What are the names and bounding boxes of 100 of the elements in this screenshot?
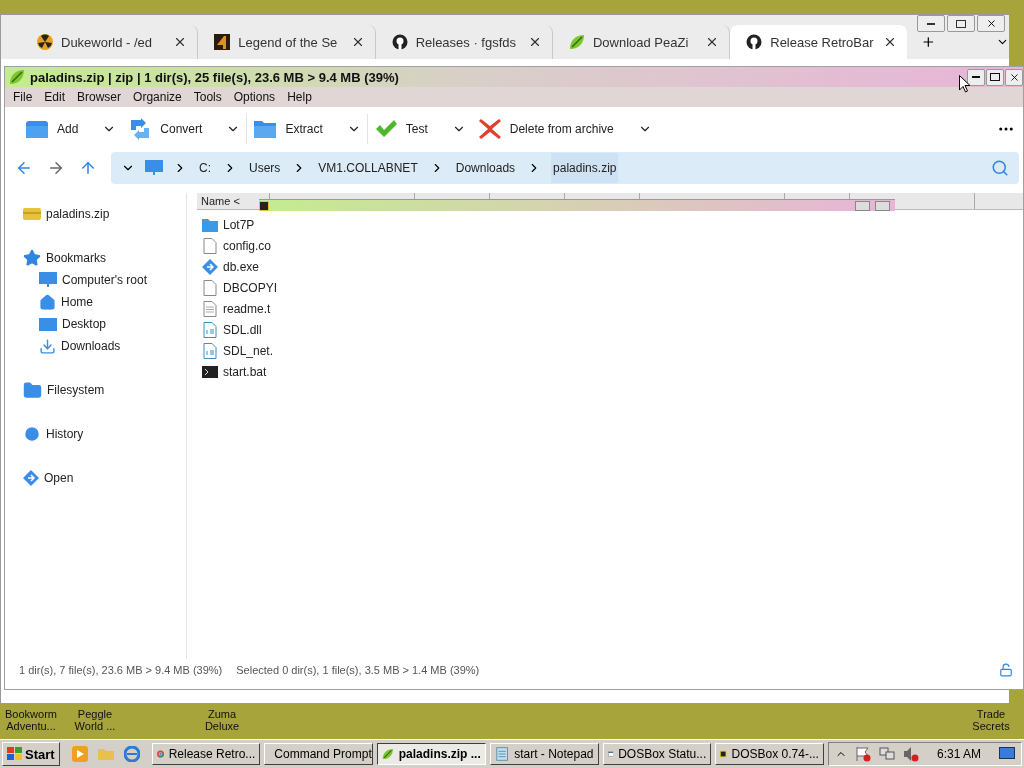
library-file-icon bbox=[202, 321, 218, 338]
dosbox-icon bbox=[259, 200, 269, 211]
start-button[interactable]: Start bbox=[2, 742, 60, 766]
desktop-icon-label[interactable]: Peggle World ... bbox=[66, 708, 124, 732]
sidebar-item[interactable]: Desktop bbox=[39, 313, 186, 335]
github-icon bbox=[391, 34, 408, 50]
path-crumb[interactable]: Users bbox=[247, 153, 283, 183]
sidebar-item[interactable]: Home bbox=[39, 291, 186, 313]
game-logo-icon bbox=[214, 34, 231, 50]
menu-item[interactable]: Edit bbox=[38, 90, 72, 104]
leaf-icon bbox=[568, 34, 585, 50]
maximize-button[interactable] bbox=[986, 68, 1004, 86]
search-icon[interactable] bbox=[991, 159, 1009, 177]
toolbar-button[interactable]: Test bbox=[367, 112, 472, 146]
path-crumb[interactable]: C: bbox=[197, 153, 213, 183]
sidebar-item[interactable]: Downloads bbox=[39, 335, 186, 357]
sidebar-item[interactable]: Filesystem bbox=[23, 379, 186, 401]
file-icon bbox=[202, 279, 218, 296]
taskbar-button[interactable]: Command Prompt bbox=[264, 743, 374, 765]
browser-tab[interactable]: Dukeworld - /ed bbox=[21, 25, 199, 59]
sidebar-item[interactable]: History bbox=[23, 423, 186, 445]
download-icon bbox=[39, 337, 56, 355]
maximize-icon bbox=[990, 73, 1000, 81]
taskbar-button[interactable]: DOSBox Statu... bbox=[602, 743, 712, 765]
file-row[interactable]: SDL.dll bbox=[197, 319, 1023, 340]
minimize-button[interactable] bbox=[917, 15, 945, 32]
browser-tab[interactable]: Release RetroBar bbox=[730, 25, 908, 59]
toolbar-button[interactable]: Extract bbox=[247, 112, 367, 146]
diamond-icon bbox=[202, 258, 218, 275]
file-row[interactable]: config.co bbox=[197, 235, 1023, 256]
sidebar-item[interactable]: paladins.zip bbox=[23, 203, 186, 225]
desktop-icon-label[interactable]: Trade Secrets bbox=[962, 708, 1020, 732]
menu-item[interactable]: Help bbox=[281, 90, 318, 104]
notepad-icon bbox=[494, 746, 510, 762]
toolbar-button[interactable]: Add bbox=[19, 112, 123, 146]
close-icon bbox=[1008, 71, 1020, 83]
path-crumb[interactable]: Downloads bbox=[453, 153, 518, 183]
diamond-icon bbox=[23, 470, 39, 486]
path-crumb[interactable]: VM1.COLLABNET bbox=[316, 153, 420, 183]
file-row[interactable]: readme.t bbox=[197, 298, 1023, 319]
flag-icon[interactable] bbox=[854, 746, 871, 762]
browser-tab[interactable]: Legend of the Se bbox=[198, 25, 376, 59]
github-icon bbox=[746, 34, 763, 50]
folder-icon bbox=[23, 380, 42, 400]
folder-icon bbox=[253, 118, 278, 140]
windows-logo-icon bbox=[7, 747, 23, 761]
back-icon[interactable] bbox=[15, 159, 33, 177]
menu-item[interactable]: Tools bbox=[187, 90, 228, 104]
taskbar-button[interactable]: Release Retro... bbox=[151, 743, 261, 765]
restore-button[interactable] bbox=[947, 15, 975, 32]
sidebar-item[interactable]: Computer's root bbox=[39, 269, 186, 291]
sidebar-item[interactable]: Open bbox=[23, 467, 186, 489]
clock-text: 6:31 AM bbox=[936, 747, 981, 761]
minimize-icon bbox=[972, 76, 980, 78]
close-button[interactable] bbox=[1005, 68, 1023, 86]
network-icon[interactable] bbox=[878, 746, 895, 762]
menu-item[interactable]: Options bbox=[227, 90, 282, 104]
text-file-icon bbox=[202, 300, 218, 317]
desktop-icon-label[interactable]: Bookworm Adventu... bbox=[2, 708, 60, 732]
file-row[interactable]: DBCOPYI bbox=[197, 277, 1023, 298]
forward-icon[interactable] bbox=[47, 159, 65, 177]
browser-tab[interactable]: Releases · fgsfds bbox=[375, 25, 553, 59]
menu-item[interactable]: Browser bbox=[71, 90, 128, 104]
path-crumb[interactable]: paladins.zip bbox=[551, 153, 619, 183]
archive-icon bbox=[23, 207, 41, 221]
monitor-icon bbox=[39, 272, 57, 288]
desktop-icon[interactable] bbox=[999, 747, 1015, 761]
unlock-icon[interactable] bbox=[999, 663, 1013, 677]
menu-item[interactable]: Organize bbox=[127, 90, 188, 104]
sidebar-item[interactable]: Bookmarks bbox=[23, 247, 186, 269]
minimize-icon bbox=[927, 22, 935, 25]
delete-x-icon bbox=[477, 118, 502, 140]
taskbar-button[interactable]: DOSBox 0.74-... bbox=[715, 743, 824, 765]
star-icon bbox=[23, 249, 41, 267]
desktop-icon-label[interactable]: Zuma Deluxe bbox=[193, 708, 251, 732]
home-icon bbox=[39, 293, 56, 311]
toolbar-button[interactable]: Convert bbox=[122, 112, 247, 146]
file-row[interactable]: Lot7P bbox=[197, 214, 1023, 235]
terminal-icon bbox=[202, 363, 218, 380]
file-row[interactable]: db.exe bbox=[197, 256, 1023, 277]
taskbar-button[interactable]: start - Notepad bbox=[489, 743, 599, 765]
file-icon bbox=[202, 237, 218, 254]
mouse-cursor-icon bbox=[959, 75, 971, 93]
speaker-icon[interactable] bbox=[902, 746, 919, 762]
desktop-icon bbox=[39, 317, 57, 331]
leaf-icon bbox=[9, 69, 25, 85]
menu-item[interactable]: File bbox=[7, 90, 39, 104]
taskbar-button[interactable]: paladins.zip ... bbox=[377, 743, 486, 765]
box-icon bbox=[25, 118, 49, 140]
status-text: Selected 0 dir(s), 1 file(s), 3.5 MB > 1.4 MB (39%) bbox=[236, 664, 480, 676]
toolbar-button[interactable]: Delete from archive bbox=[471, 112, 658, 146]
library-file-icon bbox=[202, 342, 218, 359]
up-icon[interactable] bbox=[79, 159, 97, 177]
file-row[interactable]: start.bat bbox=[197, 361, 1023, 382]
minimize-button[interactable] bbox=[967, 68, 985, 86]
status-text: 1 dir(s), 7 file(s), 23.6 MB > 9.4 MB (39%) bbox=[19, 664, 223, 676]
leaf-icon bbox=[382, 746, 394, 762]
folder-icon bbox=[202, 216, 218, 233]
file-row[interactable]: SDL_net. bbox=[197, 340, 1023, 361]
radiation-icon bbox=[37, 34, 53, 50]
